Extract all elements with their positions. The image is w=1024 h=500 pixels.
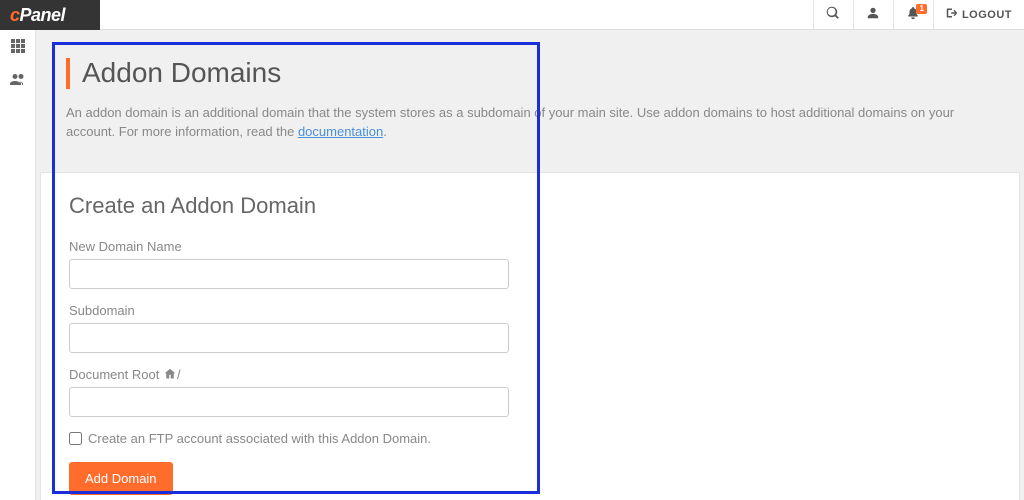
logout-button[interactable]: LOGOUT	[933, 0, 1024, 29]
cpanel-logo[interactable]: cPanel	[0, 0, 100, 30]
search-button[interactable]	[813, 0, 853, 29]
sidebar-item-home[interactable]	[0, 30, 35, 64]
sidebar-item-users[interactable]	[0, 64, 35, 98]
ftp-checkbox[interactable]	[69, 432, 82, 445]
logout-icon	[946, 7, 958, 22]
ftp-checkbox-label: Create an FTP account associated with th…	[88, 431, 431, 446]
page-title: Addon Domains	[66, 58, 994, 89]
home-icon	[163, 367, 177, 382]
docroot-input[interactable]	[69, 387, 509, 417]
subdomain-label: Subdomain	[69, 303, 991, 318]
user-button[interactable]	[853, 0, 893, 29]
search-icon	[826, 6, 840, 23]
docroot-label: Document Root /	[69, 367, 991, 382]
notification-badge: 1	[916, 4, 926, 14]
new-domain-label: New Domain Name	[69, 239, 991, 254]
panel-title: Create an Addon Domain	[69, 193, 991, 219]
notifications-button[interactable]: 1	[893, 0, 933, 29]
add-domain-button[interactable]: Add Domain	[69, 462, 173, 495]
subdomain-input[interactable]	[69, 323, 509, 353]
grid-icon	[10, 38, 26, 57]
user-icon	[866, 6, 880, 23]
documentation-link[interactable]: documentation	[298, 124, 383, 139]
new-domain-input[interactable]	[69, 259, 509, 289]
page-description: An addon domain is an additional domain …	[66, 103, 994, 142]
logout-label: LOGOUT	[962, 9, 1012, 21]
users-icon	[10, 72, 26, 91]
